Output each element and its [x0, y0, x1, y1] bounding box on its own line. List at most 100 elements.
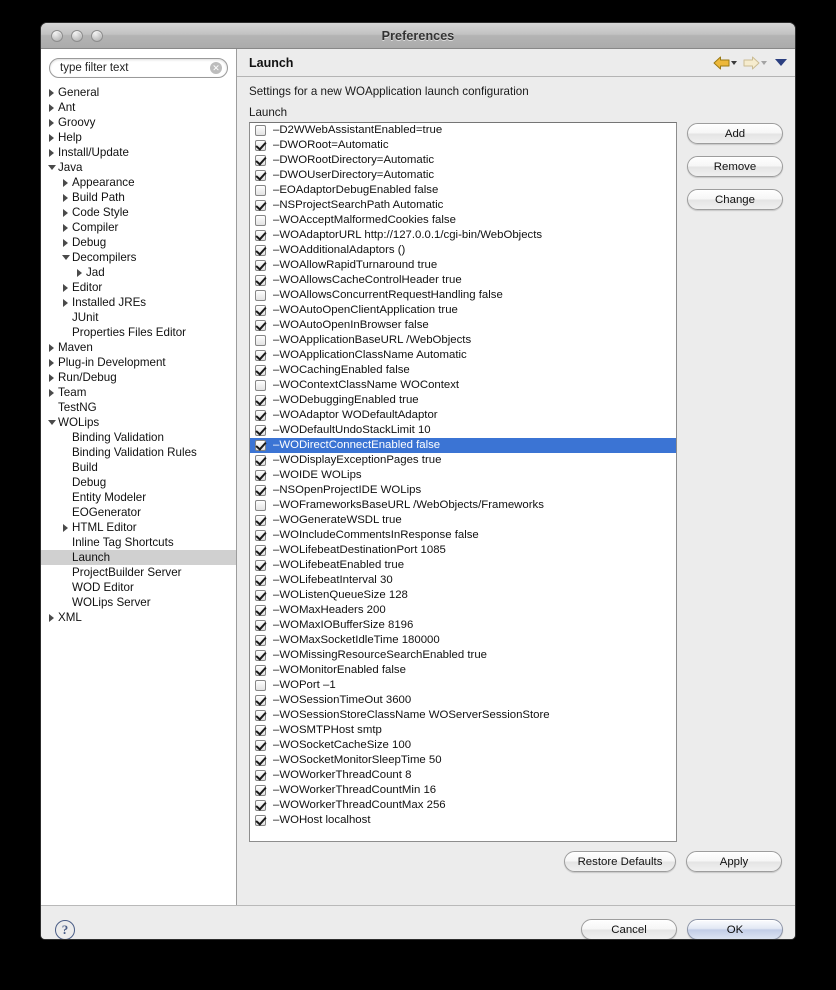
argument-checkbox[interactable] — [255, 125, 266, 136]
argument-checkbox[interactable] — [255, 470, 266, 481]
argument-checkbox[interactable] — [255, 350, 266, 361]
argument-row[interactable]: –WOMonitorEnabled false — [250, 663, 676, 678]
argument-checkbox[interactable] — [255, 320, 266, 331]
argument-checkbox[interactable] — [255, 155, 266, 166]
close-button[interactable] — [51, 29, 63, 42]
argument-row[interactable]: –WOAllowsCacheControlHeader true — [250, 273, 676, 288]
argument-row[interactable]: –WOAdaptorURL http://127.0.0.1/cgi-bin/W… — [250, 228, 676, 243]
help-question-icon[interactable]: ? — [55, 919, 75, 939]
argument-row[interactable]: –WOListenQueueSize 128 — [250, 588, 676, 603]
argument-checkbox[interactable] — [255, 725, 266, 736]
argument-checkbox[interactable] — [255, 800, 266, 811]
chevron-right-icon[interactable] — [45, 133, 58, 142]
chevron-right-icon[interactable] — [59, 193, 72, 202]
argument-row[interactable]: –WOLifebeatDestinationPort 1085 — [250, 543, 676, 558]
argument-checkbox[interactable] — [255, 530, 266, 541]
argument-row[interactable]: –DWORoot=Automatic — [250, 138, 676, 153]
argument-checkbox[interactable] — [255, 785, 266, 796]
chevron-right-icon[interactable] — [59, 283, 72, 292]
sidebar-item-testng[interactable]: TestNG — [41, 400, 236, 415]
argument-row[interactable]: –NSOpenProjectIDE WOLips — [250, 483, 676, 498]
argument-row[interactable]: –WOMaxHeaders 200 — [250, 603, 676, 618]
sidebar-item-binding-validation[interactable]: Binding Validation — [41, 430, 236, 445]
argument-row[interactable]: –WOAdditionalAdaptors () — [250, 243, 676, 258]
argument-checkbox[interactable] — [255, 770, 266, 781]
chevron-right-icon[interactable] — [59, 298, 72, 307]
sidebar-item-entity-modeler[interactable]: Entity Modeler — [41, 490, 236, 505]
argument-checkbox[interactable] — [255, 455, 266, 466]
argument-row[interactable]: –WOWorkerThreadCountMax 256 — [250, 798, 676, 813]
argument-row[interactable]: –WOIDE WOLips — [250, 468, 676, 483]
argument-row[interactable]: –WOGenerateWSDL true — [250, 513, 676, 528]
argument-checkbox[interactable] — [255, 380, 266, 391]
argument-checkbox[interactable] — [255, 605, 266, 616]
argument-checkbox[interactable] — [255, 740, 266, 751]
argument-row[interactable]: –DWOUserDirectory=Automatic — [250, 168, 676, 183]
argument-row[interactable]: –WOHost localhost — [250, 813, 676, 828]
argument-checkbox[interactable] — [255, 650, 266, 661]
argument-checkbox[interactable] — [255, 170, 266, 181]
minimize-button[interactable] — [71, 29, 83, 42]
argument-checkbox[interactable] — [255, 260, 266, 271]
history-chevron-down-icon[interactable] — [775, 59, 787, 66]
argument-row[interactable]: –EOAdaptorDebugEnabled false — [250, 183, 676, 198]
chevron-down-icon[interactable] — [761, 60, 767, 65]
argument-row[interactable]: –WODefaultUndoStackLimit 10 — [250, 423, 676, 438]
argument-checkbox[interactable] — [255, 695, 266, 706]
argument-checkbox[interactable] — [255, 185, 266, 196]
chevron-right-icon[interactable] — [45, 118, 58, 127]
chevron-right-icon[interactable] — [59, 208, 72, 217]
argument-checkbox[interactable] — [255, 305, 266, 316]
sidebar-item-run-debug[interactable]: Run/Debug — [41, 370, 236, 385]
sidebar-item-wolips-server[interactable]: WOLips Server — [41, 595, 236, 610]
argument-checkbox[interactable] — [255, 665, 266, 676]
argument-row[interactable]: –WOContextClassName WOContext — [250, 378, 676, 393]
apply-button[interactable]: Apply — [686, 851, 782, 872]
argument-checkbox[interactable] — [255, 215, 266, 226]
chevron-right-icon[interactable] — [45, 343, 58, 352]
argument-checkbox[interactable] — [255, 755, 266, 766]
sidebar-item-wolips[interactable]: WOLips — [41, 415, 236, 430]
zoom-button[interactable] — [91, 29, 103, 42]
argument-checkbox[interactable] — [255, 245, 266, 256]
chevron-right-icon[interactable] — [59, 238, 72, 247]
argument-row[interactable]: –WOMaxIOBufferSize 8196 — [250, 618, 676, 633]
argument-row[interactable]: –WOMissingResourceSearchEnabled true — [250, 648, 676, 663]
argument-checkbox[interactable] — [255, 440, 266, 451]
sidebar-item-plug-in-development[interactable]: Plug-in Development — [41, 355, 236, 370]
argument-row[interactable]: –WOSessionTimeOut 3600 — [250, 693, 676, 708]
argument-checkbox[interactable] — [255, 680, 266, 691]
argument-checkbox[interactable] — [255, 335, 266, 346]
chevron-down-icon[interactable] — [731, 60, 737, 65]
argument-row[interactable]: –WOWorkerThreadCount 8 — [250, 768, 676, 783]
chevron-right-icon[interactable] — [45, 358, 58, 367]
filter-box[interactable]: ✕ — [49, 58, 228, 78]
chevron-right-icon[interactable] — [45, 88, 58, 97]
argument-checkbox[interactable] — [255, 365, 266, 376]
sidebar-item-debug[interactable]: Debug — [41, 475, 236, 490]
argument-checkbox[interactable] — [255, 710, 266, 721]
argument-checkbox[interactable] — [255, 620, 266, 631]
argument-row[interactable]: –WOSMTPHost smtp — [250, 723, 676, 738]
chevron-right-icon[interactable] — [73, 268, 86, 277]
sidebar-item-binding-validation-rules[interactable]: Binding Validation Rules — [41, 445, 236, 460]
sidebar-item-build-path[interactable]: Build Path — [41, 190, 236, 205]
argument-row[interactable]: –WODebuggingEnabled true — [250, 393, 676, 408]
sidebar-item-install-update[interactable]: Install/Update — [41, 145, 236, 160]
argument-row[interactable]: –WOLifebeatEnabled true — [250, 558, 676, 573]
resize-grip[interactable] — [780, 939, 793, 940]
sidebar-item-build[interactable]: Build — [41, 460, 236, 475]
argument-checkbox[interactable] — [255, 635, 266, 646]
change-button[interactable]: Change — [687, 189, 783, 210]
argument-row[interactable]: –WOIncludeCommentsInResponse false — [250, 528, 676, 543]
argument-checkbox[interactable] — [255, 290, 266, 301]
argument-row[interactable]: –WOAcceptMalformedCookies false — [250, 213, 676, 228]
ok-button[interactable]: OK — [687, 919, 783, 939]
back-button[interactable] — [711, 55, 739, 71]
chevron-right-icon[interactable] — [45, 148, 58, 157]
argument-row[interactable]: –WOApplicationClassName Automatic — [250, 348, 676, 363]
sidebar-item-wod-editor[interactable]: WOD Editor — [41, 580, 236, 595]
sidebar-item-editor[interactable]: Editor — [41, 280, 236, 295]
chevron-down-icon[interactable] — [45, 420, 58, 425]
argument-row[interactable]: –WOSocketMonitorSleepTime 50 — [250, 753, 676, 768]
